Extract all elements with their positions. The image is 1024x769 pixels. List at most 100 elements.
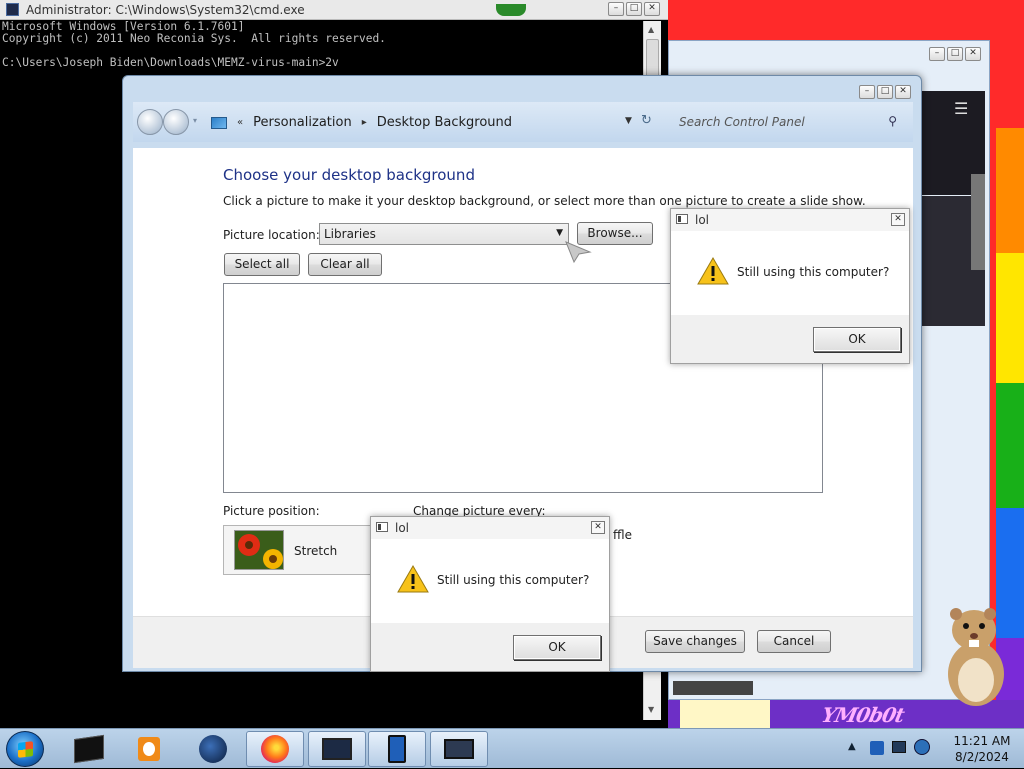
taskbar-item-firefox[interactable] xyxy=(246,731,304,767)
tray-display-icon[interactable] xyxy=(892,741,906,753)
firefox-icon xyxy=(261,735,289,763)
select-all-button[interactable]: Select all xyxy=(224,253,300,276)
start-button[interactable] xyxy=(6,731,44,767)
cmd-line: Copyright (c) 2011 Neo Reconia Sys. All … xyxy=(2,32,386,45)
shuffle-label[interactable]: ffle xyxy=(613,528,632,542)
ok-button[interactable]: OK xyxy=(813,327,901,352)
overflow-chevron-icon[interactable]: « xyxy=(237,117,243,128)
ok-button[interactable]: OK xyxy=(513,635,601,660)
dialog-message: Still using this computer? xyxy=(437,573,590,587)
picture-position-select[interactable]: Stretch xyxy=(223,525,373,575)
picture-location-value: Libraries xyxy=(324,227,376,241)
browser-status xyxy=(673,681,753,695)
taskbar-item-tablet[interactable] xyxy=(368,731,426,767)
close-icon[interactable]: ✕ xyxy=(891,213,905,226)
back-button[interactable] xyxy=(137,109,163,135)
search-input[interactable]: Search Control Panel xyxy=(679,115,805,129)
save-changes-button[interactable]: Save changes xyxy=(645,630,745,653)
minimize-icon[interactable]: – xyxy=(859,85,875,99)
address-dropdown-icon[interactable]: ▼ xyxy=(625,116,632,126)
taskbar: ▲ 11:21 AM 8/2/2024 xyxy=(0,728,1024,768)
warning-icon xyxy=(397,565,429,593)
memz-text: YM0b0t xyxy=(819,703,907,727)
breadcrumb-personalization[interactable]: Personalization xyxy=(253,115,352,130)
warning-icon xyxy=(697,257,729,285)
picture-location-select[interactable]: Libraries ▼ xyxy=(319,223,569,245)
scroll-up-icon[interactable]: ▲ xyxy=(648,25,654,34)
breadcrumb-separator-icon[interactable]: ▸ xyxy=(362,117,367,128)
media-player-icon xyxy=(138,737,160,761)
recent-pages-icon[interactable]: ▾ xyxy=(193,116,197,125)
taskbar-item-window[interactable] xyxy=(308,731,366,767)
close-icon[interactable]: ✕ xyxy=(965,47,981,61)
show-hidden-icons-icon[interactable]: ▲ xyxy=(848,741,856,752)
mouse-cursor-icon xyxy=(565,241,592,264)
maximize-icon[interactable]: □ xyxy=(626,2,642,16)
dialog-titlebar[interactable]: lol ✕ xyxy=(671,209,909,231)
browser-window-controls: – □ ✕ xyxy=(929,47,981,61)
cmd-line: C:\Users\Joseph Biden\Downloads\MEMZ-vir… xyxy=(2,56,339,69)
dialog-app-icon xyxy=(676,214,688,224)
tablet-icon xyxy=(388,735,406,763)
control-panel-icon xyxy=(211,116,227,129)
maximize-icon[interactable]: □ xyxy=(877,85,893,99)
download-indicator-icon xyxy=(496,4,526,16)
monitor-icon xyxy=(444,739,474,759)
refresh-icon[interactable]: ↻ xyxy=(641,113,652,128)
menu-icon[interactable]: ☰ xyxy=(954,99,968,118)
message-dialog[interactable]: lol ✕ Still using this computer? OK xyxy=(670,208,910,364)
hamster-image xyxy=(948,608,1004,706)
address-bar[interactable]: « Personalization ▸ Desktop Background ▼… xyxy=(211,110,719,135)
picture-location-label: Picture location: xyxy=(223,228,320,242)
cp-window-controls: – □ ✕ xyxy=(859,85,911,99)
memz-yellow-block xyxy=(680,700,770,730)
search-box[interactable]: Search Control Panel ⚲ xyxy=(673,110,903,135)
terminal-icon xyxy=(74,734,104,764)
close-icon[interactable]: ✕ xyxy=(895,85,911,99)
page-description: Click a picture to make it your desktop … xyxy=(223,194,866,208)
cmd-title: Administrator: C:\Windows\System32\cmd.e… xyxy=(26,3,305,17)
scroll-down-icon[interactable]: ▼ xyxy=(648,705,654,714)
system-clock[interactable]: 11:21 AM 8/2/2024 xyxy=(942,733,1022,765)
dialog-title: lol xyxy=(395,521,410,535)
maximize-icon[interactable]: □ xyxy=(947,47,963,61)
forward-button[interactable] xyxy=(163,109,189,135)
message-dialog[interactable]: lol ✕ Still using this computer? OK xyxy=(370,516,610,672)
taskbar-item-media-player[interactable] xyxy=(120,731,178,767)
minimize-icon[interactable]: – xyxy=(608,2,624,16)
cmd-window-controls: – □ ✕ xyxy=(608,2,660,16)
search-icon[interactable]: ⚲ xyxy=(888,114,897,128)
tray-security-icon[interactable] xyxy=(870,741,884,755)
close-icon[interactable]: ✕ xyxy=(644,2,660,16)
picture-position-value: Stretch xyxy=(294,544,338,558)
window-icon xyxy=(322,738,352,760)
dialog-titlebar[interactable]: lol ✕ xyxy=(371,517,609,539)
system-tray: ▲ 11:21 AM 8/2/2024 xyxy=(842,729,1024,769)
dialog-title: lol xyxy=(695,213,710,227)
cmd-icon xyxy=(6,3,19,16)
close-icon[interactable]: ✕ xyxy=(591,521,605,534)
cmd-titlebar[interactable]: Administrator: C:\Windows\System32\cmd.e… xyxy=(0,0,668,20)
dialog-body: Still using this computer? xyxy=(671,231,909,315)
browser-scrollbar[interactable] xyxy=(971,174,985,270)
dialog-body: Still using this computer? xyxy=(371,539,609,623)
taskbar-item-monitor[interactable] xyxy=(430,731,488,767)
dialog-message: Still using this computer? xyxy=(737,265,890,279)
flower-thumbnail xyxy=(234,530,284,570)
cancel-button[interactable]: Cancel xyxy=(757,630,831,653)
taskbar-item-terminal[interactable] xyxy=(60,731,118,767)
clock-date: 8/2/2024 xyxy=(955,750,1009,764)
breadcrumb-desktop-background[interactable]: Desktop Background xyxy=(377,115,512,130)
dialog-app-icon xyxy=(376,522,388,532)
clear-all-button[interactable]: Clear all xyxy=(308,253,382,276)
minimize-icon[interactable]: – xyxy=(929,47,945,61)
globe-icon xyxy=(199,735,227,763)
taskbar-item-globe[interactable] xyxy=(184,731,242,767)
picture-position-label: Picture position: xyxy=(223,504,320,518)
windows-logo-icon xyxy=(18,741,33,758)
cmd-output[interactable]: Microsoft Windows [Version 6.1.7601] Copy… xyxy=(2,21,642,69)
navigation-bar: ▾ « Personalization ▸ Desktop Background… xyxy=(133,102,913,142)
page-title: Choose your desktop background xyxy=(223,166,475,184)
tray-network-icon[interactable] xyxy=(914,739,930,755)
chevron-down-icon[interactable]: ▼ xyxy=(556,228,563,238)
